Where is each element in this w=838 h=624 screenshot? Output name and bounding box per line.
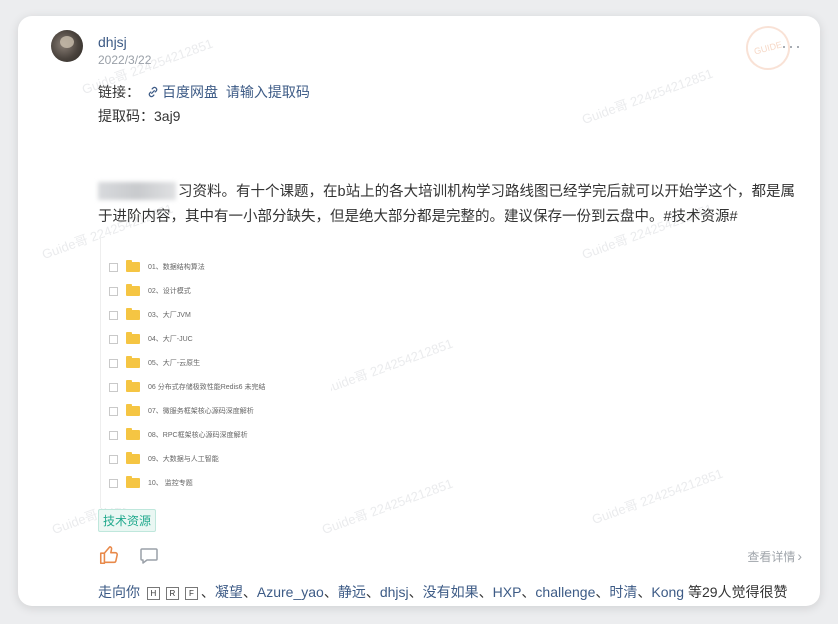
extract-code: 提取码：3aj9 xyxy=(98,108,181,124)
liker-name[interactable]: dhjsj xyxy=(380,584,409,600)
post-date: 2022/3/22 xyxy=(98,53,152,67)
folder-icon xyxy=(126,284,140,296)
link-label: 链接： xyxy=(98,84,140,100)
liker-separator: 、 xyxy=(595,584,610,600)
link-icon xyxy=(148,86,158,98)
liker-name[interactable]: 凝望 xyxy=(215,584,243,600)
view-detail-label[interactable]: 查看详情 xyxy=(747,550,795,564)
folder-name: 07、微服务框架核心源码深度解析 xyxy=(148,408,254,415)
liker-name[interactable]: challenge xyxy=(535,584,595,600)
checkbox xyxy=(109,430,118,440)
username[interactable]: dhjsj xyxy=(98,34,127,50)
folder-row: 02、设计模式 xyxy=(109,282,191,300)
folder-row: 06 分布式存储极致性能Redis6 未完结 xyxy=(109,378,265,396)
folder-icon xyxy=(126,380,140,392)
folder-icon xyxy=(126,452,140,464)
comment-icon[interactable] xyxy=(139,547,159,565)
liker-name[interactable]: HXP xyxy=(493,584,522,600)
watermark: Guide哥 224254212851 xyxy=(579,65,715,128)
view-detail-link[interactable]: 查看详情 › xyxy=(747,548,802,565)
link-line: 链接： 百度网盘 请输入提取码 xyxy=(98,82,310,102)
folder-name: 06 分布式存储极致性能Redis6 未完结 xyxy=(148,384,266,391)
folder-icon xyxy=(126,308,140,320)
likers-line: 走向你 H R F 、凝望、Azure_yao、静远、dhjsj、没有如果、HXP、c… xyxy=(98,582,788,602)
folder-icon xyxy=(126,476,140,488)
folder-name: 08、RPC框架核心源码深度解析 xyxy=(148,432,248,439)
folder-name: 05、大厂-云原生 xyxy=(148,360,201,367)
post-card: Guide哥 224254212851 Guide哥 224254212851 … xyxy=(18,16,820,606)
folder-name: 01、数据结构算法 xyxy=(148,264,205,271)
checkbox xyxy=(109,382,118,392)
folder-row: 10、 监控专题 xyxy=(109,474,193,492)
liker-separator: 、 xyxy=(200,584,215,600)
liker-name[interactable]: 静远 xyxy=(338,584,366,600)
folder-name: 04、大厂-JUC xyxy=(148,336,193,343)
folder-name: 02、设计模式 xyxy=(148,288,191,295)
folder-row: 05、大厂-云原生 xyxy=(109,354,200,372)
likes-count-text: 等29人觉得很赞 xyxy=(684,584,788,600)
liker-separator: 、 xyxy=(637,584,652,600)
folder-row: 01、数据结构算法 xyxy=(109,258,205,276)
topic-tag[interactable]: 技术资源 xyxy=(98,509,157,532)
liker-separator: 、 xyxy=(408,584,423,600)
avatar[interactable] xyxy=(51,30,83,62)
post-body-text: 习资料。有十个课题，在b站上的各大培训机构学习路线图已经学完后就可以开始学这个，… xyxy=(98,184,796,225)
folder-row: 09、大数据与人工智能 xyxy=(109,450,219,468)
liker-name[interactable]: Azure_yao xyxy=(257,584,324,600)
checkbox xyxy=(109,286,118,296)
enter-code-link[interactable]: 请输入提取码 xyxy=(226,84,310,100)
liker-separator: 、 xyxy=(521,584,536,600)
liker-separator: 、 xyxy=(323,584,338,600)
watermark: Guide哥 224254212851 xyxy=(319,475,455,538)
more-icon[interactable]: ··· xyxy=(781,36,802,57)
checkbox xyxy=(109,358,118,368)
chevron-right-icon: › xyxy=(797,548,802,564)
liker-separator: 、 xyxy=(478,584,493,600)
folder-name: 09、大数据与人工智能 xyxy=(148,456,219,463)
watermark: Guide哥 224254212851 xyxy=(319,335,455,398)
liker-badge[interactable]: R xyxy=(165,587,179,600)
checkbox xyxy=(109,406,118,416)
liker-name[interactable]: 走向你 xyxy=(98,584,140,600)
folder-icon xyxy=(126,260,140,272)
checkbox xyxy=(109,334,118,344)
folder-name: 03、大厂JVM xyxy=(148,312,191,319)
folder-row: 08、RPC框架核心源码深度解析 xyxy=(109,426,248,444)
liker-name[interactable]: Kong xyxy=(651,584,684,600)
folder-icon xyxy=(126,404,140,416)
checkbox xyxy=(109,454,118,464)
post-body: 习资料。有十个课题，在b站上的各大培训机构学习路线图已经学完后就可以开始学这个，… xyxy=(98,180,798,230)
checkbox xyxy=(109,262,118,272)
folder-list-image[interactable]: 01、数据结构算法 02、设计模式 03、大厂JVM 04、大厂-JUC 05、大厂-云… xyxy=(100,238,331,508)
folder-row: 03、大厂JVM xyxy=(109,306,191,324)
liker-badge[interactable]: H xyxy=(146,587,160,600)
checkbox xyxy=(109,310,118,320)
folder-row: 07、微服务框架核心源码深度解析 xyxy=(109,402,254,420)
liker-separator: 、 xyxy=(365,584,380,600)
folder-icon xyxy=(126,356,140,368)
liker-separator: 、 xyxy=(242,584,257,600)
checkbox xyxy=(109,478,118,488)
baidu-pan-link[interactable]: 百度网盘 xyxy=(162,84,218,100)
folder-name: 10、 监控专题 xyxy=(148,480,193,487)
liker-badge[interactable]: F xyxy=(184,587,198,600)
liker-name[interactable]: 没有如果 xyxy=(423,584,479,600)
folder-row: 04、大厂-JUC xyxy=(109,330,193,348)
redacted-text xyxy=(98,182,176,200)
thumbs-up-icon[interactable] xyxy=(98,544,120,566)
folder-icon xyxy=(126,428,140,440)
watermark: Guide哥 224254212851 xyxy=(589,465,725,528)
liker-name[interactable]: 时清 xyxy=(609,584,637,600)
folder-icon xyxy=(126,332,140,344)
